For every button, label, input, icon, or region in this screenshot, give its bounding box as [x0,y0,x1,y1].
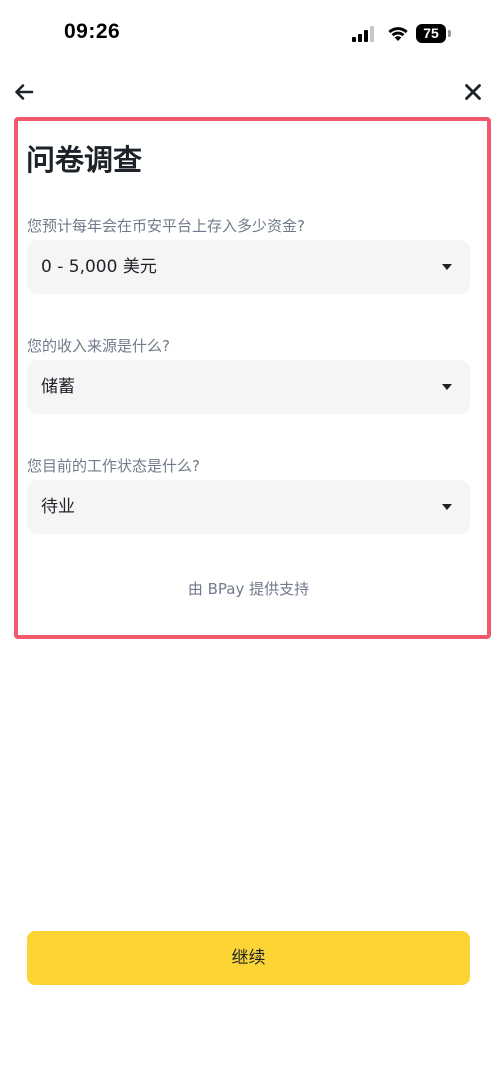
battery-level: 75 [416,24,446,43]
survey-page: 09:26 75 问卷调查 您预计每年会在币安平台上存入多少资金? 0 - 5,… [0,0,497,1079]
employment-status-select[interactable]: 待业 [27,480,470,534]
battery-indicator: 75 [416,24,452,43]
caret-down-icon [442,264,452,270]
back-button[interactable] [12,80,38,104]
select-value: 0 - 5,000 美元 [41,257,157,277]
select-value: 待业 [41,497,75,517]
select-value: 储蓄 [41,377,75,397]
question-label-income-source: 您的收入来源是什么? [27,337,170,355]
income-source-select[interactable]: 储蓄 [27,360,470,414]
arrow-left-icon [15,84,34,100]
cellular-signal-icon [352,26,374,42]
continue-button[interactable]: 继续 [27,931,470,985]
close-icon [465,84,481,100]
question-label-employment-status: 您目前的工作状态是什么? [27,457,200,475]
question-label-deposit: 您预计每年会在币安平台上存入多少资金? [27,217,305,235]
close-button[interactable] [461,80,485,104]
status-bar: 09:26 75 [0,0,497,70]
battery-cap [448,30,451,37]
caret-down-icon [442,504,452,510]
page-title: 问卷调查 [26,143,143,177]
deposit-amount-select[interactable]: 0 - 5,000 美元 [27,240,470,294]
wifi-icon [388,27,408,41]
caret-down-icon [442,384,452,390]
powered-by-text: 由 BPay 提供支持 [187,580,310,598]
status-time: 09:26 [64,20,121,43]
